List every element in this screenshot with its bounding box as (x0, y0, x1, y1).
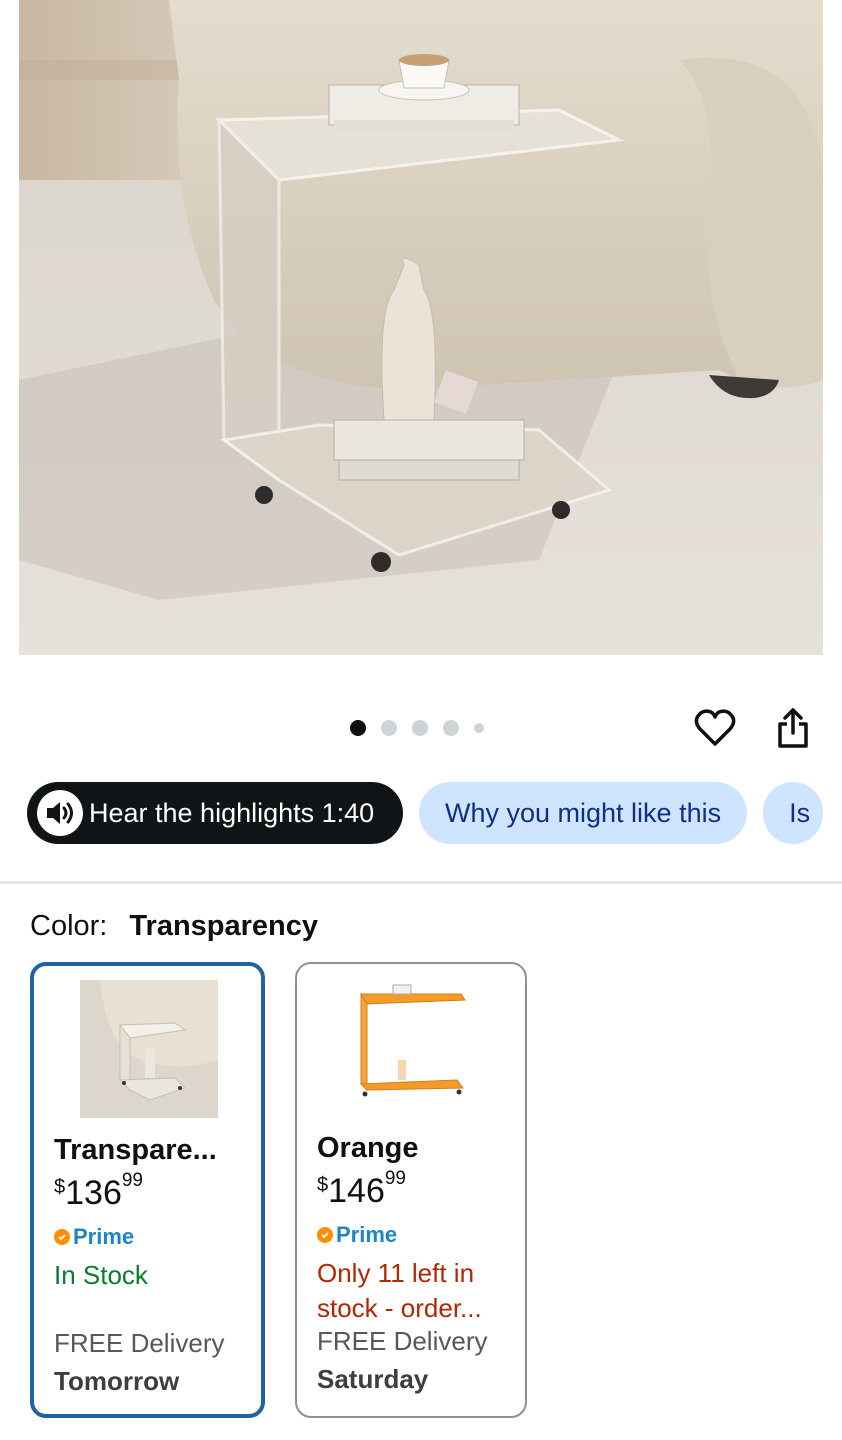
option-price: $13699 (54, 1170, 143, 1212)
prime-badge: Prime (54, 1224, 134, 1250)
section-divider (0, 881, 842, 884)
chip-label: Hear the highlights 1:40 (89, 797, 375, 828)
option-name: Orange (317, 1132, 419, 1164)
delivery-label: FREE Delivery (54, 1328, 225, 1358)
carousel-dot[interactable] (381, 720, 397, 736)
option-name: Transpare... (54, 1134, 217, 1166)
stock-status: Only 11 left in stock - order... (317, 1258, 482, 1323)
wishlist-button[interactable] (692, 705, 738, 751)
prime-check-icon (317, 1227, 333, 1243)
carousel-dot[interactable] (443, 720, 459, 736)
option-price: $14699 (317, 1168, 406, 1210)
hear-highlights-chip[interactable]: Hear the highlights 1:40 (27, 782, 403, 844)
prime-check-icon (54, 1229, 70, 1245)
option-thumbnail (353, 980, 491, 1118)
product-photo (19, 0, 823, 655)
image-carousel-indicator (350, 720, 484, 736)
next-chip[interactable]: Is (763, 782, 824, 844)
share-button[interactable] (770, 705, 816, 751)
product-image[interactable] (19, 0, 823, 655)
delivery-day: Saturday (317, 1364, 429, 1394)
selected-color: Transparency (129, 910, 319, 942)
prime-badge: Prime (317, 1222, 397, 1248)
share-icon (778, 708, 808, 748)
carousel-dot[interactable] (474, 723, 484, 733)
option-thumbnail (80, 980, 218, 1118)
delivery-day: Tomorrow (54, 1366, 180, 1396)
color-option-orange[interactable]: Orange $14699 Prime Only 11 left in stoc… (295, 962, 527, 1418)
delivery-label: FREE Delivery (317, 1326, 488, 1356)
carousel-dot[interactable] (412, 720, 428, 736)
color-selector-heading: Color: Transparency (30, 910, 318, 943)
highlight-chips: Hear the highlights 1:40 Why you might l… (27, 782, 824, 844)
chip-label: Is (789, 797, 811, 828)
chip-label: Why you might like this (445, 797, 722, 828)
color-label: Color: (30, 910, 108, 942)
color-option-transparency[interactable]: Transpare... $13699 Prime In Stock FREE … (30, 962, 265, 1418)
heart-icon (694, 709, 736, 746)
carousel-dot[interactable] (350, 720, 366, 736)
speaker-icon (37, 790, 83, 836)
stock-status: In Stock (54, 1260, 148, 1290)
why-you-might-like-chip[interactable]: Why you might like this (419, 782, 748, 844)
